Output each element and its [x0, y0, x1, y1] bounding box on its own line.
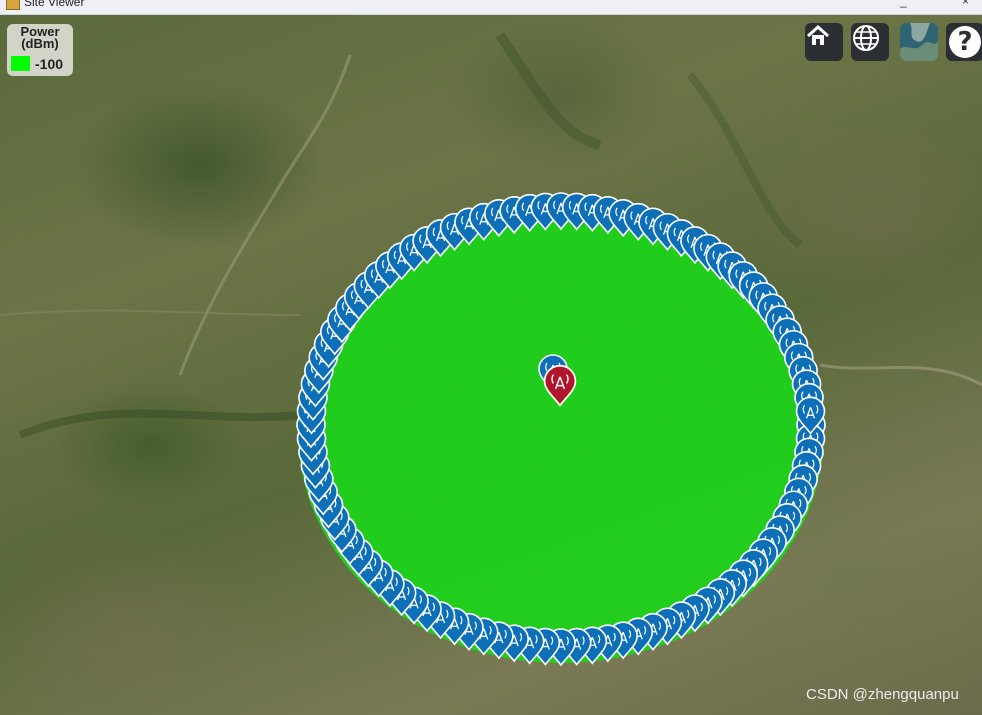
- window-titlebar: Site Viewer _ ×: [0, 0, 982, 15]
- app-icon: [6, 0, 20, 10]
- river-line: [819, 363, 982, 387]
- legend-swatch: [11, 56, 30, 71]
- legend-title: Power (dBm): [7, 25, 73, 51]
- legend-value: -100: [35, 56, 64, 72]
- home-button[interactable]: [805, 23, 843, 61]
- window-title: Site Viewer: [24, 0, 85, 9]
- help-icon: ?: [949, 26, 981, 58]
- globe-icon: [853, 25, 879, 51]
- ridge-line: [495, 32, 602, 150]
- basemap-thumbnail: [900, 23, 938, 61]
- ridge-line: [686, 72, 803, 249]
- basemap-button[interactable]: [900, 23, 938, 61]
- map-view[interactable]: Power (dBm) -100 ? CSDN @zhengquanpu: [0, 15, 982, 715]
- help-button[interactable]: ?: [946, 23, 982, 61]
- globe-button[interactable]: [851, 23, 889, 61]
- home-icon: [806, 24, 830, 45]
- ridge-line: [18, 409, 301, 439]
- power-legend: Power (dBm) -100: [7, 24, 73, 76]
- close-button[interactable]: ×: [962, 0, 969, 8]
- legend-title-line2: (dBm): [21, 36, 59, 51]
- map-layer[interactable]: [0, 15, 982, 715]
- minimize-button[interactable]: _: [900, 0, 907, 8]
- river-line: [0, 309, 301, 316]
- watermark: CSDN @zhengquanpu: [806, 686, 959, 703]
